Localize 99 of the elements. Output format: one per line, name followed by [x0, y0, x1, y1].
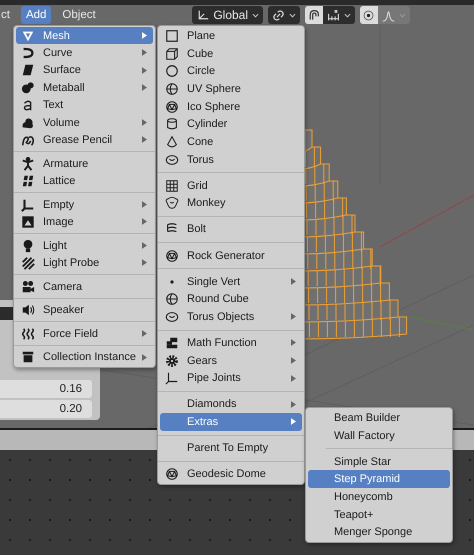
axes-icon	[196, 8, 210, 22]
circle-icon	[165, 64, 179, 78]
menu-item[interactable]: Force Field	[16, 324, 153, 342]
menu-item[interactable]: Wall Factory	[308, 426, 450, 444]
menu-item[interactable]: Honeycomb	[308, 488, 450, 506]
cube-icon	[165, 46, 179, 61]
monkey-icon	[165, 196, 179, 210]
menu-item[interactable]: Geodesic Dome	[160, 465, 302, 484]
menu-item[interactable]: Bolt	[160, 220, 302, 238]
snap-dropdown[interactable]	[323, 6, 355, 24]
menu-item[interactable]: Image	[16, 213, 153, 231]
menu-item[interactable]: Collection Instance	[16, 348, 153, 366]
snap-toggle[interactable]	[305, 6, 323, 24]
menu-item[interactable]: Math Function	[160, 334, 302, 352]
menu-item[interactable]: Surface	[16, 62, 153, 80]
number-field[interactable]: 0.16	[0, 380, 92, 398]
menu-item[interactable]: Lattice	[16, 172, 153, 190]
ico-sphere-icon	[165, 467, 179, 482]
metaball-icon	[21, 80, 35, 95]
menu-item[interactable]: Single Vert	[160, 272, 302, 290]
orientation-dropdown[interactable]: Global	[192, 6, 263, 24]
menu-item[interactable]: Cylinder	[160, 115, 302, 134]
menu-item[interactable]: Pipe Joints	[160, 370, 302, 388]
menu-item[interactable]: Rock Generator	[160, 246, 302, 264]
menu-item[interactable]: Camera	[16, 278, 153, 296]
menu-item[interactable]: Armature	[16, 154, 153, 172]
menu-item[interactable]: Torus	[160, 150, 302, 168]
torus-icon	[165, 310, 179, 324]
menu-title[interactable]: ct	[0, 6, 15, 24]
wave-icon	[21, 326, 35, 341]
menu-item[interactable]: Extras	[160, 413, 302, 431]
menu-item[interactable]: Empty	[16, 196, 153, 214]
figure-icon	[21, 156, 35, 171]
ico-sphere-icon	[165, 100, 179, 114]
cloud-icon	[21, 116, 35, 130]
menu-item[interactable]: UV Sphere	[160, 80, 302, 98]
surface-icon	[21, 63, 35, 78]
menu-item[interactable]: Light Probe	[16, 254, 153, 272]
magnet-icon	[307, 8, 320, 22]
proportional-edit-toggle[interactable]	[360, 6, 378, 24]
menu-item[interactable]: Text	[16, 96, 153, 114]
chevron-icon	[399, 12, 406, 18]
axes-icon	[21, 198, 35, 212]
menu-item[interactable]: Grease Pencil	[16, 131, 153, 149]
menu-item[interactable]: Step Pyramid	[308, 470, 450, 488]
menu-item[interactable]: Circle	[160, 62, 302, 80]
menu-item[interactable]: Speaker	[16, 301, 153, 319]
axes-icon	[165, 371, 179, 386]
cone-icon	[165, 134, 179, 149]
menu-item[interactable]: Curve	[16, 44, 153, 62]
hatch-icon	[21, 256, 35, 270]
box-icon	[21, 350, 35, 364]
squiggle-icon	[21, 133, 35, 148]
speaker-icon	[21, 303, 35, 318]
menu-item[interactable]: Menger Sponge	[308, 524, 450, 542]
menu-title[interactable]: Object	[57, 6, 101, 24]
bulb-icon	[21, 238, 35, 253]
menu-item[interactable]: Gears	[160, 352, 302, 370]
chevron-icon	[252, 12, 259, 18]
menu-item[interactable]: Light	[16, 236, 153, 254]
menu-item[interactable]: Cube	[160, 44, 302, 62]
camera-icon	[21, 280, 35, 294]
sphere-icon	[165, 82, 179, 96]
number-field[interactable]: 0.20	[0, 400, 92, 418]
menu-item[interactable]: Round Cube	[160, 290, 302, 308]
sphere-icon	[165, 292, 179, 306]
curve-icon	[21, 46, 35, 60]
target-dot-icon	[362, 8, 375, 22]
grid-icon	[165, 178, 179, 193]
menu-item[interactable]: Grid	[160, 176, 302, 195]
link-icon	[272, 8, 285, 22]
ico-sphere-icon	[165, 248, 179, 263]
chevron-icon	[344, 12, 351, 18]
menu-item[interactable]: Simple Star	[308, 452, 450, 470]
menu-item[interactable]: Volume	[16, 114, 153, 132]
menu-item[interactable]: Cone	[160, 133, 302, 151]
blocks-icon	[165, 336, 179, 350]
menu-item[interactable]: Teapot+	[308, 506, 450, 524]
menu-item[interactable]: Ico Sphere	[160, 98, 302, 116]
square-icon	[165, 28, 179, 43]
menu-item[interactable]: Monkey	[160, 194, 302, 212]
menu-item[interactable]: Torus Objects	[160, 308, 302, 326]
menu-item[interactable]: Mesh	[16, 27, 153, 44]
menu-item[interactable]: Plane	[160, 27, 302, 45]
torus-icon	[165, 152, 179, 167]
menu-title[interactable]: Add	[20, 6, 52, 24]
menu-item[interactable]: Parent To Empty	[160, 439, 302, 458]
cylinder-icon	[165, 117, 179, 132]
falloff-curve-icon	[382, 8, 395, 22]
pivot-dropdown[interactable]	[268, 6, 300, 24]
chevron-icon	[289, 12, 296, 18]
menu-item[interactable]: Diamonds	[160, 396, 302, 414]
lattice-icon	[21, 174, 35, 188]
menu-item[interactable]: Beam Builder	[308, 409, 450, 427]
triangle-icon	[21, 28, 35, 43]
snap-grid-icon	[327, 8, 340, 22]
image-icon	[21, 214, 35, 229]
menu-item[interactable]: Metaball	[16, 79, 153, 97]
gear-icon	[165, 354, 179, 368]
